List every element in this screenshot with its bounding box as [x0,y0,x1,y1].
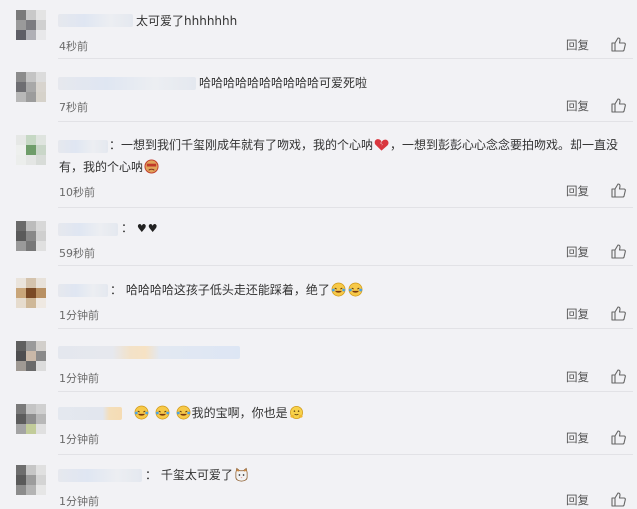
timestamp: 4秒前 [59,40,88,53]
laughing-tears-icon [134,405,149,420]
comment-item: ：一想到我们千玺刚成年就有了吻戏，我的个心呐 ，一想到彭彭心心念念要拍吻戏。却一直… [0,122,637,207]
like-icon[interactable] [610,182,626,198]
heart-icon: ♥♥ [136,222,159,235]
username[interactable] [58,469,142,482]
username[interactable] [58,407,122,420]
comment-text-part: ： [121,221,134,235]
like-icon[interactable] [610,243,626,259]
reply-button[interactable]: 回复 [566,430,589,446]
like-icon[interactable] [610,368,626,384]
hug-face-icon [289,406,303,419]
avatar[interactable] [16,10,46,40]
reply-button[interactable]: 回复 [566,369,589,385]
cat-face-icon [235,467,248,482]
timestamp: 1分钟前 [59,372,99,385]
like-icon[interactable] [610,305,626,321]
timestamp: 7秒前 [59,101,88,114]
reply-button[interactable]: 回复 [566,37,589,53]
comment-text-part: 我的宝啊，你也是 [191,406,288,420]
comment-text-part: ： 哈哈哈哈这孩子低头走还能踩着，绝了 [110,283,330,297]
crying-face-icon [144,159,159,174]
reply-button[interactable]: 回复 [566,244,589,260]
comment-text: ： ♥♥ [121,217,159,240]
avatar[interactable] [16,221,46,251]
laughing-tears-icon [155,405,170,420]
reply-button[interactable]: 回复 [566,492,589,508]
timestamp: 1分钟前 [59,433,99,446]
avatar[interactable] [16,278,46,308]
avatar[interactable] [16,135,46,165]
comment-list: 太可爱了hhhhhhh 4秒前 回复 哈哈哈哈哈哈哈哈哈哈可爱死啦 7秒前 回复 [0,0,637,509]
laughing-tears-icon [348,282,363,297]
comment-text-part: ： 千玺太可爱了 [145,468,233,482]
avatar[interactable] [16,72,46,102]
broken-heart-icon [374,139,389,151]
avatar[interactable] [16,465,46,495]
comment-item: ： 千玺太可爱了 1分钟前 回复 [0,455,637,509]
comment-item: 我的宝啊，你也是 1分钟前 回复 [0,392,637,454]
comment-text: 哈哈哈哈哈哈哈哈哈哈可爱死啦 [199,76,368,90]
comment-item: 1分钟前 回复 [0,329,637,391]
username[interactable] [58,284,108,297]
comment-text: ： 哈哈哈哈这孩子低头走还能踩着，绝了 [110,279,364,301]
username[interactable] [58,14,133,27]
like-icon[interactable] [610,36,626,52]
comment-text: 太可爱了hhhhhhh [136,14,238,28]
reply-button[interactable]: 回复 [566,306,589,322]
username[interactable] [58,223,118,236]
avatar[interactable] [16,404,46,434]
comment-item: 太可爱了hhhhhhh 4秒前 回复 [0,0,637,58]
like-icon[interactable] [610,97,626,113]
avatar[interactable] [16,341,46,371]
comment-text: 我的宝啊，你也是 [133,402,305,424]
like-icon[interactable] [610,429,626,445]
username[interactable] [58,346,240,359]
laughing-tears-icon [176,405,191,420]
comment-text: ： 千玺太可爱了 [145,464,250,486]
reply-button[interactable]: 回复 [566,98,589,114]
like-icon[interactable] [610,491,626,507]
username[interactable] [58,77,196,90]
comment-item: ： 哈哈哈哈这孩子低头走还能踩着，绝了 1分钟前 回复 [0,266,637,328]
comment-item: ： ♥♥ 59秒前 回复 [0,208,637,265]
timestamp: 1分钟前 [59,495,99,508]
timestamp: 10秒前 [59,186,95,199]
comment-text-part: ：一想到我们千玺刚成年就有了吻戏，我的个心呐 [109,138,374,152]
reply-button[interactable]: 回复 [566,183,589,199]
timestamp: 1分钟前 [59,309,99,322]
laughing-tears-icon [331,282,346,297]
comment-text: ：一想到我们千玺刚成年就有了吻戏，我的个心呐 ，一想到彭彭心心念念要拍吻戏。却一直… [59,134,629,178]
timestamp: 59秒前 [59,247,95,260]
comment-item: 哈哈哈哈哈哈哈哈哈哈可爱死啦 7秒前 回复 [0,59,637,121]
